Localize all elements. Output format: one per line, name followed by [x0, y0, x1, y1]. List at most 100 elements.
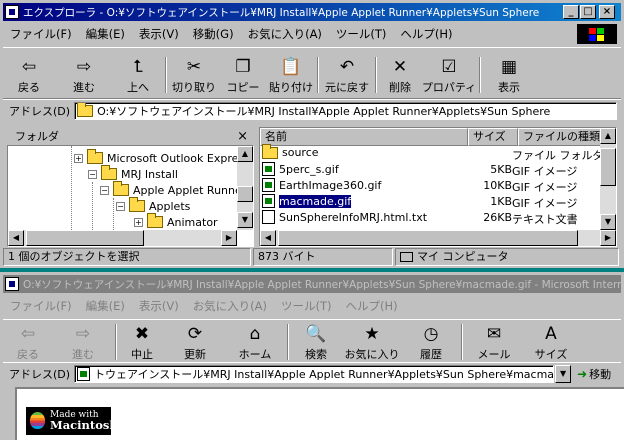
toolbar-label: ホーム: [238, 348, 272, 361]
browser-address-field[interactable]: トウェアインストール¥MRJ Install¥Apple Applet Runn…: [74, 364, 555, 383]
file-list-horizontal-scrollbar[interactable]: ◀ ▶: [260, 230, 616, 246]
file-row[interactable]: source ファイル フォルダ: [260, 143, 604, 162]
browser-toolbar: ⇦ 戻る ⇨ 進む ✖ 中止 ⟳ 更新 ⌂ ホーム 🔍 検索 ★ お気に入り ◷ 履歴 ✉ メール A サイズ: [3, 319, 621, 363]
toolbar-button-forward-arrow[interactable]: ⇨ 進む: [53, 324, 113, 362]
menu-item-1[interactable]: 編集(E): [79, 298, 132, 314]
search-icon: 🔍: [305, 324, 327, 344]
menu-item-0[interactable]: ファイル(F): [3, 26, 79, 42]
column-size[interactable]: サイズ: [468, 128, 518, 146]
file-row[interactable]: 5perc_s.gif 5KB GIF イメージ: [260, 162, 600, 178]
toolbar-button-stop[interactable]: ✖ 中止: [119, 324, 165, 362]
close-button[interactable]: ×: [599, 5, 615, 19]
toolbar-button-forward-arrow[interactable]: ⇨ 進む: [55, 57, 113, 95]
toolbar-button-font-size[interactable]: A サイズ: [523, 324, 579, 362]
expand-toggle-icon[interactable]: +: [134, 217, 143, 227]
explorer-menu-bar: ファイル(F) 編集(E) 表示(V) 移動(G) お気に入り(A) ツール(T) ヘルプ(…: [3, 23, 621, 45]
toolbar-button-favorites[interactable]: ★ お気に入り: [341, 324, 403, 362]
file-row[interactable]: EarthImage360.gif 10KB GIF イメージ: [260, 178, 600, 194]
toolbar-button-up-folder[interactable]: ⮤ 上へ: [113, 57, 163, 95]
file-type: テキスト文書: [512, 213, 578, 226]
file-name: SunSphereInfoMRJ.html.txt: [279, 210, 428, 224]
toolbar-button-delete[interactable]: ✕ 削除: [379, 57, 421, 95]
menu-item-3[interactable]: お気に入り(A): [186, 298, 274, 314]
menu-item-4[interactable]: お気に入り(A): [241, 26, 329, 42]
address-dropdown-button[interactable]: ▼: [555, 364, 572, 383]
file-size: 1KB: [490, 195, 512, 208]
toolbar-button-properties[interactable]: ☑ プロパティ: [421, 57, 477, 95]
maximize-button[interactable]: □: [580, 5, 596, 19]
file-name: EarthImage360.gif: [279, 178, 382, 192]
gif-file-icon: [262, 194, 275, 208]
minimize-button[interactable]: _: [563, 5, 579, 19]
file-row[interactable]: SunSphereInfoMRJ.html.txt 26KB テキスト文書: [260, 210, 600, 226]
menu-item-1[interactable]: 編集(E): [79, 26, 132, 42]
toolbar-button-mail[interactable]: ✉ メール: [465, 324, 523, 362]
menu-item-5[interactable]: ツール(T): [329, 26, 394, 42]
tree-item[interactable]: + Microsoft Outlook Expres: [74, 149, 244, 166]
toolbar-button-copy[interactable]: ❐ コピー: [219, 57, 267, 95]
folder-icon: [262, 143, 278, 159]
menu-item-2[interactable]: 表示(V): [132, 298, 186, 314]
explorer-window: エクスプローラ - O:¥ソフトウェアインストール¥MRJ Install¥Ap…: [0, 0, 624, 268]
undo-icon: ↶: [339, 57, 355, 77]
toolbar-button-back-arrow[interactable]: ⇦ 戻る: [3, 324, 53, 362]
ie-app-icon: [5, 277, 19, 291]
toolbar-label: 戻る: [18, 81, 40, 94]
menu-item-2[interactable]: 表示(V): [132, 26, 186, 42]
toolbar-button-back-arrow[interactable]: ⇦ 戻る: [3, 57, 55, 95]
tree-item[interactable]: − Applets: [116, 197, 190, 214]
folder-tree-title: フォルダ: [15, 130, 59, 143]
menu-item-6[interactable]: ヘルプ(H): [393, 26, 459, 42]
folder-icon: [87, 149, 103, 164]
toolbar-label: 進む: [73, 81, 95, 94]
toolbar-button-views[interactable]: ▦ 表示: [483, 57, 535, 95]
toolbar-button-paste[interactable]: 📋 貼り付け: [267, 57, 315, 95]
toolbar-separator: [115, 324, 117, 360]
toolbar-button-home[interactable]: ⌂ ホーム: [225, 324, 285, 362]
tree-item[interactable]: − Apple Applet Runner: [100, 181, 246, 198]
go-button[interactable]: ➜ 移動: [577, 366, 611, 382]
expand-toggle-icon[interactable]: +: [74, 153, 83, 163]
folder-icon: [129, 197, 145, 212]
toolbar-button-undo[interactable]: ↶ 元に戻す: [321, 57, 373, 95]
toolbar-label: 戻る: [17, 348, 39, 361]
expand-toggle-icon[interactable]: −: [100, 185, 109, 195]
toolbar-button-scissors[interactable]: ✂ 切り取り: [169, 57, 219, 95]
folder-tree-header: フォルダ ×: [5, 127, 256, 145]
back-arrow-icon: ⇦: [20, 324, 36, 344]
tree-item[interactable]: − MRJ Install: [88, 165, 178, 182]
file-row[interactable]: macmade.gif 1KB GIF イメージ: [260, 193, 600, 210]
column-type[interactable]: ファイルの種類: [518, 128, 602, 146]
explorer-app-icon: [5, 5, 19, 19]
address-field[interactable]: O:¥ソフトウェアインストール¥MRJ Install¥Apple Applet…: [74, 101, 617, 120]
toolbar-label: 表示: [498, 81, 520, 94]
tree-vertical-scrollbar[interactable]: ▲ ▼: [237, 146, 253, 230]
text-file-icon: [262, 210, 275, 224]
menu-item-0[interactable]: ファイル(F): [3, 298, 79, 314]
browser-title-bar[interactable]: O:¥ソフトウェアインストール¥MRJ Install¥Apple Applet…: [3, 275, 621, 293]
file-list-vertical-scrollbar[interactable]: ▲ ▼: [600, 128, 616, 230]
tree-item[interactable]: + Animator: [134, 213, 218, 230]
expand-toggle-icon[interactable]: −: [116, 201, 125, 211]
menu-item-4[interactable]: ツール(T): [274, 298, 339, 314]
file-name: source: [282, 146, 319, 159]
favorites-icon: ★: [364, 324, 380, 344]
tree-horizontal-scrollbar[interactable]: ◀ ▶: [8, 230, 237, 246]
folder-tree-close-icon[interactable]: ×: [237, 129, 248, 144]
toolbar-label: サイズ: [534, 348, 568, 361]
explorer-title-bar[interactable]: エクスプローラ - O:¥ソフトウェアインストール¥MRJ Install¥Ap…: [3, 3, 621, 21]
menu-item-5[interactable]: ヘルプ(H): [339, 298, 405, 314]
browser-address-text: トウェアインストール¥MRJ Install¥Apple Applet Runn…: [94, 367, 555, 381]
menu-item-3[interactable]: 移動(G): [186, 26, 241, 42]
status-selection: 1 個のオブジェクトを選択: [3, 248, 251, 266]
expand-toggle-icon[interactable]: −: [88, 169, 97, 179]
apple-logo-icon: [30, 412, 45, 429]
column-name[interactable]: 名前: [260, 128, 468, 146]
go-arrow-icon: ➜: [577, 366, 588, 381]
toolbar-button-refresh[interactable]: ⟳ 更新: [165, 324, 225, 362]
browser-menu-bar: ファイル(F) 編集(E) 表示(V) お気に入り(A) ツール(T) ヘルプ(H): [3, 295, 621, 317]
folder-icon: [147, 213, 163, 228]
toolbar-button-search[interactable]: 🔍 検索: [291, 324, 341, 362]
toolbar-button-history[interactable]: ◷ 履歴: [403, 324, 459, 362]
explorer-title: エクスプローラ - O:¥ソフトウェアインストール¥MRJ Install¥Ap…: [23, 6, 540, 19]
